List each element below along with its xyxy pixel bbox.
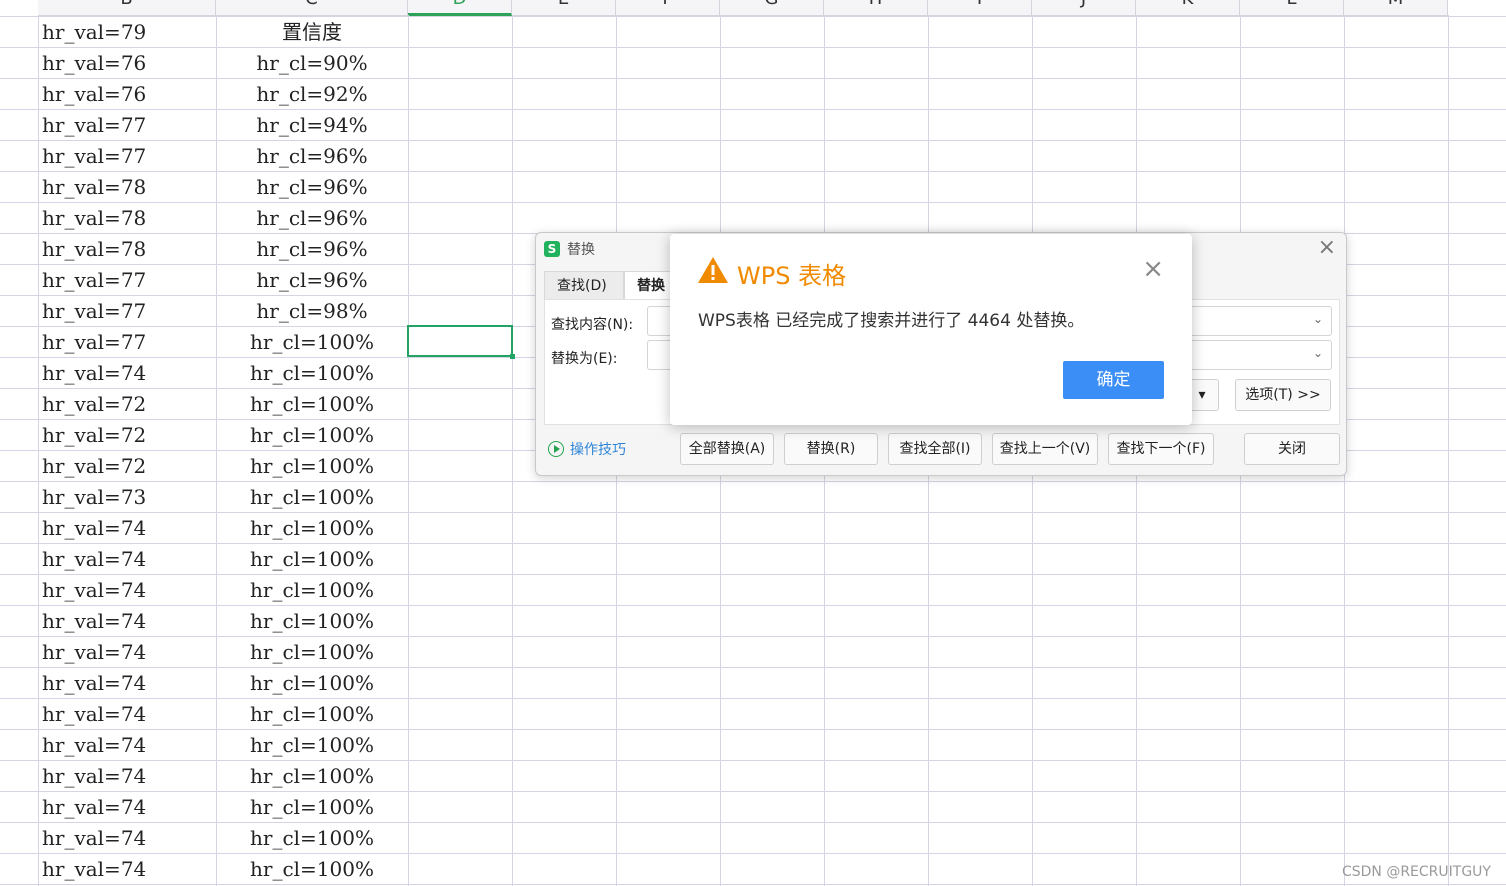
alert-title: WPS 表格 xyxy=(737,262,847,290)
find-label: 查找内容(N): xyxy=(551,317,634,333)
alert-dialog: WPS 表格 × WPS表格 已经完成了搜索并进行了 4464 处替换。 确定 xyxy=(670,234,1192,425)
column-header-m[interactable]: M xyxy=(1344,0,1448,16)
tips-link[interactable]: 操作技巧 xyxy=(548,439,626,459)
column-header-i[interactable]: I xyxy=(928,0,1032,16)
cell-b[interactable]: hr_val=76 xyxy=(42,79,214,110)
cell-b[interactable]: hr_val=74 xyxy=(42,668,214,699)
cell-b[interactable]: hr_val=74 xyxy=(42,358,214,389)
chevron-down-icon[interactable]: ⌄ xyxy=(1313,346,1323,360)
cell-b[interactable]: hr_val=74 xyxy=(42,575,214,606)
cell-b[interactable]: hr_val=72 xyxy=(42,420,214,451)
cell-b[interactable]: hr_val=74 xyxy=(42,854,214,885)
column-header-h[interactable]: H xyxy=(824,0,928,16)
cell-c[interactable]: hr_cl=96% xyxy=(217,265,407,296)
replace-button[interactable]: 替换(R) xyxy=(784,433,878,465)
cell-c[interactable]: hr_cl=100% xyxy=(217,761,407,792)
cell-c[interactable]: hr_cl=100% xyxy=(217,637,407,668)
cell-c[interactable]: hr_cl=100% xyxy=(217,327,407,358)
caret-down-icon: ▾ xyxy=(1198,387,1206,403)
cell-b[interactable]: hr_val=74 xyxy=(42,761,214,792)
wps-logo-icon: S xyxy=(544,241,560,257)
cell-c[interactable]: hr_cl=100% xyxy=(217,482,407,513)
tips-label: 操作技巧 xyxy=(570,442,626,458)
column-header-f[interactable]: F xyxy=(616,0,720,16)
cell-c[interactable]: hr_cl=96% xyxy=(217,141,407,172)
cell-c[interactable]: hr_cl=100% xyxy=(217,823,407,854)
cell-b[interactable]: hr_val=77 xyxy=(42,110,214,141)
column-header-k[interactable]: K xyxy=(1136,0,1240,16)
cell-c[interactable]: hr_cl=100% xyxy=(217,513,407,544)
cell-c[interactable]: hr_cl=100% xyxy=(217,358,407,389)
cell-b[interactable]: hr_val=77 xyxy=(42,265,214,296)
tab-find[interactable]: 查找(D) xyxy=(544,271,624,299)
watermark: CSDN @RECRUITGUY xyxy=(1341,864,1491,880)
chevron-down-icon[interactable]: ⌄ xyxy=(1313,312,1323,326)
column-header-b[interactable]: B xyxy=(38,0,216,16)
cell-b[interactable]: hr_val=74 xyxy=(42,544,214,575)
cell-b[interactable]: hr_val=77 xyxy=(42,141,214,172)
cell-b[interactable]: hr_val=73 xyxy=(42,482,214,513)
cell-c[interactable]: hr_cl=96% xyxy=(217,234,407,265)
cell-c[interactable]: hr_cl=96% xyxy=(217,203,407,234)
cell-b[interactable]: hr_val=79 xyxy=(42,17,214,48)
cell-c[interactable]: hr_cl=100% xyxy=(217,606,407,637)
find-prev-button[interactable]: 查找上一个(V) xyxy=(992,433,1098,465)
cell-c[interactable]: hr_cl=96% xyxy=(217,172,407,203)
cell-c[interactable]: hr_cl=100% xyxy=(217,389,407,420)
cell-c[interactable]: hr_cl=94% xyxy=(217,110,407,141)
cell-b[interactable]: hr_val=74 xyxy=(42,823,214,854)
options-button[interactable]: 选项(T) >> xyxy=(1235,379,1331,411)
cell-c[interactable]: hr_cl=100% xyxy=(217,792,407,823)
cell-b[interactable]: hr_val=77 xyxy=(42,327,214,358)
cell-b[interactable]: hr_val=74 xyxy=(42,730,214,761)
cell-b[interactable]: hr_val=76 xyxy=(42,48,214,79)
cell-c[interactable]: hr_cl=100% xyxy=(217,544,407,575)
column-header-e[interactable]: E xyxy=(512,0,616,16)
replace-label: 替换为(E): xyxy=(551,351,618,367)
cell-c[interactable]: hr_cl=100% xyxy=(217,420,407,451)
cell-b[interactable]: hr_val=74 xyxy=(42,513,214,544)
selected-cell[interactable] xyxy=(407,325,515,359)
replace-all-button[interactable]: 全部替换(A) xyxy=(680,433,774,465)
column-header-c[interactable]: C xyxy=(216,0,408,16)
alert-message: WPS表格 已经完成了搜索并进行了 4464 处替换。 xyxy=(698,311,1085,331)
cell-c[interactable]: hr_cl=100% xyxy=(217,699,407,730)
cell-c[interactable]: hr_cl=92% xyxy=(217,79,407,110)
find-next-button[interactable]: 查找下一个(F) xyxy=(1108,433,1214,465)
column-header-l[interactable]: L xyxy=(1240,0,1344,16)
cell-b[interactable]: hr_val=72 xyxy=(42,451,214,482)
cell-c[interactable]: hr_cl=98% xyxy=(217,296,407,327)
cell-c[interactable]: hr_cl=90% xyxy=(217,48,407,79)
cell-c[interactable]: hr_cl=100% xyxy=(217,854,407,885)
close-icon[interactable]: × xyxy=(1142,254,1164,284)
cell-b[interactable]: hr_val=78 xyxy=(42,234,214,265)
close-icon[interactable]: × xyxy=(1318,235,1336,260)
cell-c[interactable]: hr_cl=100% xyxy=(217,451,407,482)
cell-c[interactable]: hr_cl=100% xyxy=(217,575,407,606)
cell-c[interactable]: hr_cl=100% xyxy=(217,668,407,699)
column-header-d[interactable]: D xyxy=(408,0,512,16)
ok-button[interactable]: 确定 xyxy=(1063,361,1164,399)
dialog-title: 替换 xyxy=(567,242,595,258)
cell-b[interactable]: hr_val=74 xyxy=(42,699,214,730)
cell-b[interactable]: hr_val=74 xyxy=(42,792,214,823)
column-header-j[interactable]: J xyxy=(1032,0,1136,16)
cell-b[interactable]: hr_val=78 xyxy=(42,172,214,203)
cell-c[interactable]: 置信度 xyxy=(217,17,407,48)
play-circle-icon xyxy=(548,441,564,457)
cell-b[interactable]: hr_val=77 xyxy=(42,296,214,327)
find-all-button[interactable]: 查找全部(I) xyxy=(888,433,982,465)
cell-b[interactable]: hr_val=78 xyxy=(42,203,214,234)
cell-c[interactable]: hr_cl=100% xyxy=(217,730,407,761)
cell-b[interactable]: hr_val=74 xyxy=(42,606,214,637)
warning-icon xyxy=(698,257,728,283)
cell-b[interactable]: hr_val=72 xyxy=(42,389,214,420)
column-header-g[interactable]: G xyxy=(720,0,824,16)
close-button[interactable]: 关闭 xyxy=(1244,433,1340,465)
cell-b[interactable]: hr_val=74 xyxy=(42,637,214,668)
